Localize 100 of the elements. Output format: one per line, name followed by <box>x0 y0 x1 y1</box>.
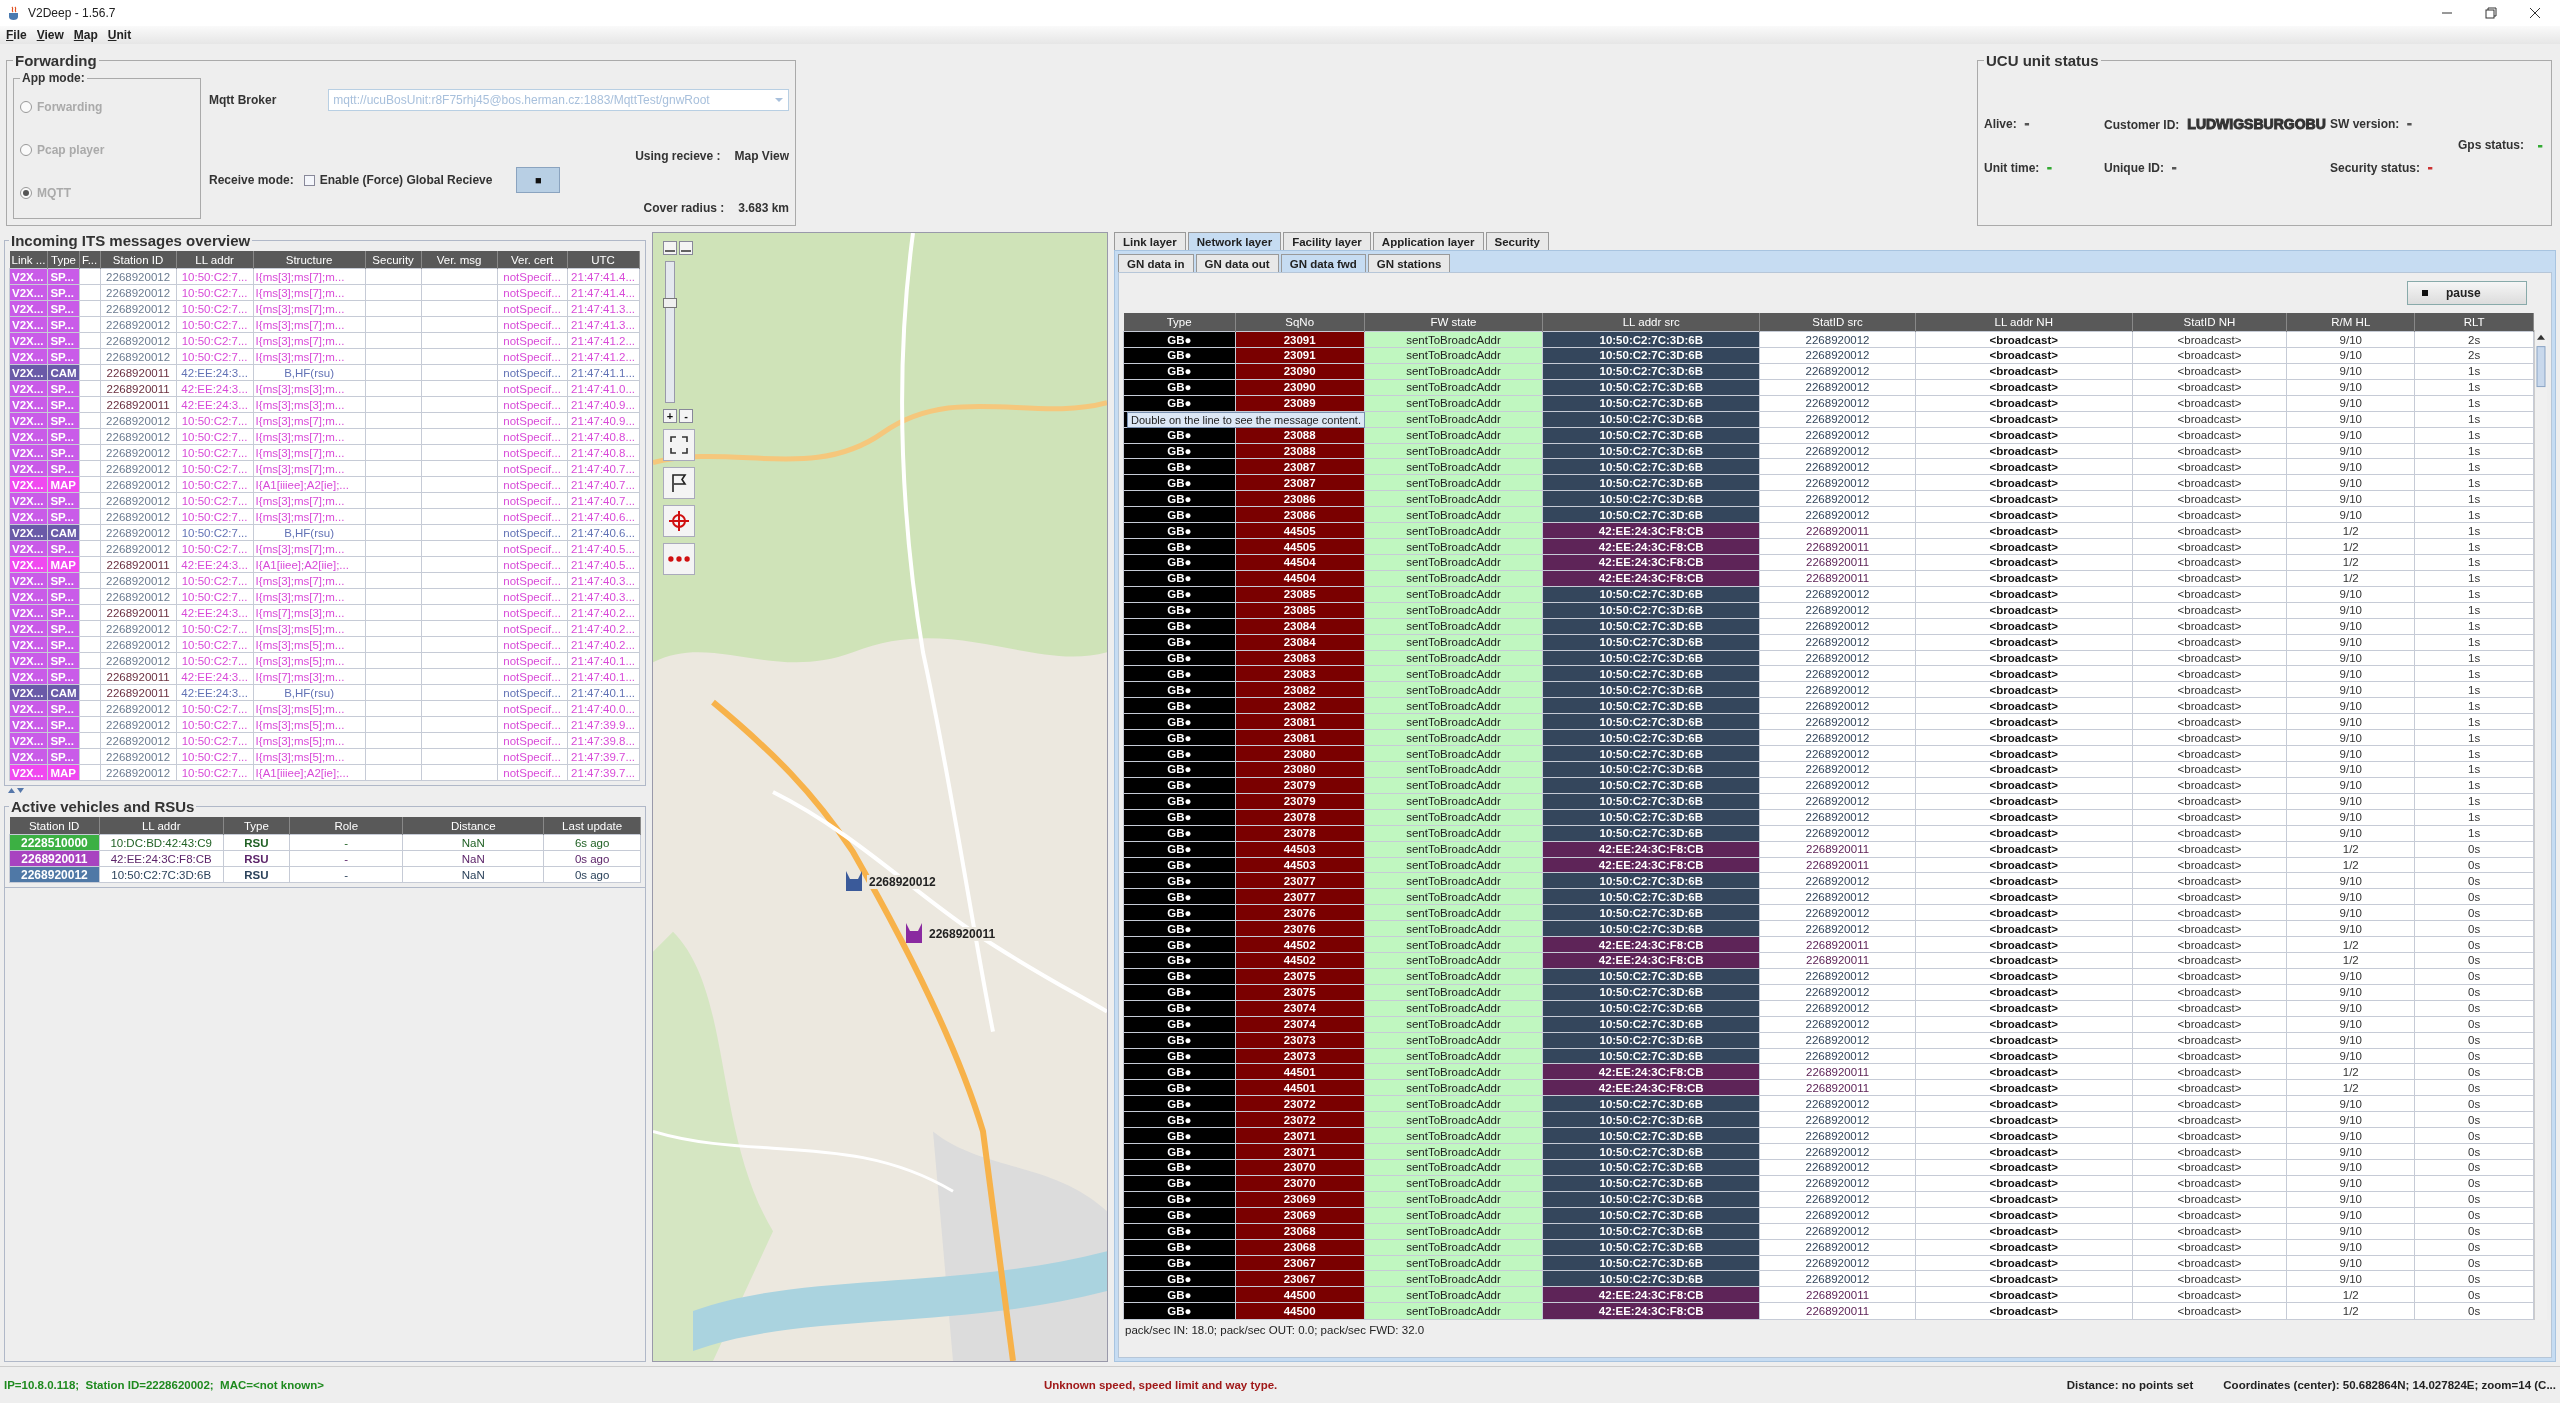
marker-label: 2268920012 <box>867 875 938 889</box>
column-header[interactable]: Link ... <box>9 251 48 269</box>
sub-tab[interactable]: GN data fwd <box>1280 254 1366 272</box>
collapse-button[interactable] <box>663 241 677 255</box>
column-header[interactable]: Ver. cert <box>497 251 568 269</box>
column-header[interactable]: RLT <box>2414 313 2534 332</box>
column-header[interactable]: Type <box>223 817 290 835</box>
table-cell: <broadcast> <box>2132 331 2287 348</box>
target-button[interactable] <box>663 505 695 537</box>
status-label: Customer ID: <box>2104 117 2180 132</box>
receive-mode-label: Receive mode: <box>209 173 294 187</box>
more-button[interactable] <box>663 543 695 575</box>
status-label: Gps status: <box>2458 138 2524 152</box>
status-label: Security status: <box>2330 160 2421 175</box>
table-cell: 6s ago <box>543 834 641 851</box>
crosshair-icon <box>668 510 690 532</box>
column-header[interactable]: LL addr <box>99 817 224 835</box>
column-header[interactable]: UTC <box>567 251 640 269</box>
menu-item[interactable]: Unit <box>107 28 132 42</box>
column-header[interactable]: R/M HL <box>2286 313 2415 332</box>
table-cell: 21:47:41.4... <box>567 268 640 285</box>
down-arrow-icon[interactable] <box>17 787 24 793</box>
column-header[interactable]: Last update <box>543 817 641 835</box>
table-cell: I{ms[3];ms[7];m... <box>253 268 366 285</box>
status-value: - <box>2407 115 2412 131</box>
close-icon[interactable] <box>2528 6 2542 20</box>
broker-label: Mqtt Broker <box>209 93 277 107</box>
sub-tab[interactable]: GN stations <box>1367 254 1451 272</box>
status-label: Alive: <box>1984 116 2017 131</box>
table-cell: 2268920012 <box>1759 331 1916 348</box>
using-receive-value: Map View <box>734 149 789 163</box>
column-header[interactable]: Structure <box>253 251 366 269</box>
table-cell: 23091 <box>1235 331 1365 348</box>
table-cell: sentToBroadcAddr <box>1364 331 1543 348</box>
distance-info: Distance: no points set <box>2066 1379 2194 1391</box>
restore-icon[interactable] <box>2484 6 2498 20</box>
column-header[interactable]: Role <box>289 817 403 835</box>
layer-tab[interactable]: Link layer <box>1114 232 1186 250</box>
column-header[interactable]: StatID NH <box>2132 313 2287 332</box>
global-receive-checkbox[interactable]: Enable (Force) Global Recieve <box>303 173 493 187</box>
dots-icon <box>668 556 690 562</box>
layer-tab[interactable]: Network layer <box>1187 232 1282 250</box>
table-cell: - <box>289 834 403 851</box>
cover-radius-value: 3.683 km <box>738 201 789 215</box>
up-arrow-icon[interactable] <box>8 787 15 793</box>
column-header[interactable]: LL addr <box>176 251 254 269</box>
column-header[interactable]: Type <box>47 251 80 269</box>
zoom-slider[interactable] <box>665 261 675 403</box>
pause-button[interactable]: pause <box>2407 281 2527 305</box>
layer-tab[interactable]: Security <box>1485 232 1549 250</box>
table-cell: 10:DC:BD:42:43:C9 <box>99 834 224 851</box>
cover-radius-label: Cover radius : <box>643 201 725 215</box>
layer-tab[interactable]: Application layer <box>1372 232 1484 250</box>
status-label: Unique ID: <box>2104 160 2164 175</box>
link-tag: V2X... <box>9 268 48 285</box>
column-header[interactable]: Ver. msg <box>421 251 498 269</box>
layer-tab[interactable]: Facility layer <box>1283 232 1371 250</box>
column-header[interactable]: StatID src <box>1759 313 1916 332</box>
table-cell: 2s <box>2414 331 2534 348</box>
panel-title: Forwarding <box>14 52 98 69</box>
window-title: V2Deep - 1.56.7 <box>28 6 116 20</box>
column-header[interactable]: Station ID <box>100 251 177 269</box>
sub-tab[interactable]: GN data out <box>1195 254 1279 272</box>
flag-button[interactable] <box>663 467 695 499</box>
table-cell: notSpecif... <box>497 268 568 285</box>
table-cell: 10:50:C2:7... <box>176 268 254 285</box>
type-tag: SP... <box>47 268 80 285</box>
marker-label: 2268920011 <box>927 927 998 941</box>
column-header[interactable]: Station ID <box>9 817 100 835</box>
status-label: SW version: <box>2330 116 2400 131</box>
zoom-button[interactable]: - <box>679 409 693 423</box>
panel-title: Incoming ITS messages overview <box>10 232 252 249</box>
panel-title: UCU unit status <box>1985 52 2100 69</box>
status-label: Unit time: <box>1984 160 2040 175</box>
column-header[interactable]: LL addr NH <box>1915 313 2133 332</box>
column-header[interactable]: SqNo <box>1235 313 1365 332</box>
menu-item[interactable]: File <box>6 28 27 42</box>
collapse-button[interactable] <box>679 241 693 255</box>
zoom-button[interactable]: + <box>663 409 677 423</box>
table-cell: <broadcast> <box>1915 331 2133 348</box>
table-cell: RSU <box>223 834 290 851</box>
status-value: - <box>2047 159 2052 175</box>
status-value: LUDWIGSBURGOBU <box>2187 115 2326 132</box>
sub-tab[interactable]: GN data in <box>1118 254 1194 272</box>
table-cell: NaN <box>402 834 544 851</box>
corners-icon <box>668 434 690 456</box>
status-value: - <box>2172 159 2177 175</box>
column-header[interactable]: Security <box>365 251 422 269</box>
slider-thumb[interactable] <box>663 298 677 309</box>
column-header[interactable]: LL addr src <box>1542 313 1760 332</box>
station-id-tag: 2228510000 <box>9 834 100 851</box>
column-header[interactable]: Distance <box>402 817 544 835</box>
menu-item[interactable]: View <box>36 28 64 42</box>
column-header[interactable]: Type <box>1123 313 1236 332</box>
connection-info: IP=10.8.0.118; Station ID=2228620002; MAC=<not known> <box>4 1379 325 1391</box>
column-header[interactable]: FW state <box>1364 313 1543 332</box>
menu-item[interactable]: Map <box>73 28 98 42</box>
column-header[interactable]: F... <box>79 251 101 269</box>
stop-button[interactable]: ■ <box>516 167 561 193</box>
fit-view-button[interactable] <box>663 429 695 461</box>
